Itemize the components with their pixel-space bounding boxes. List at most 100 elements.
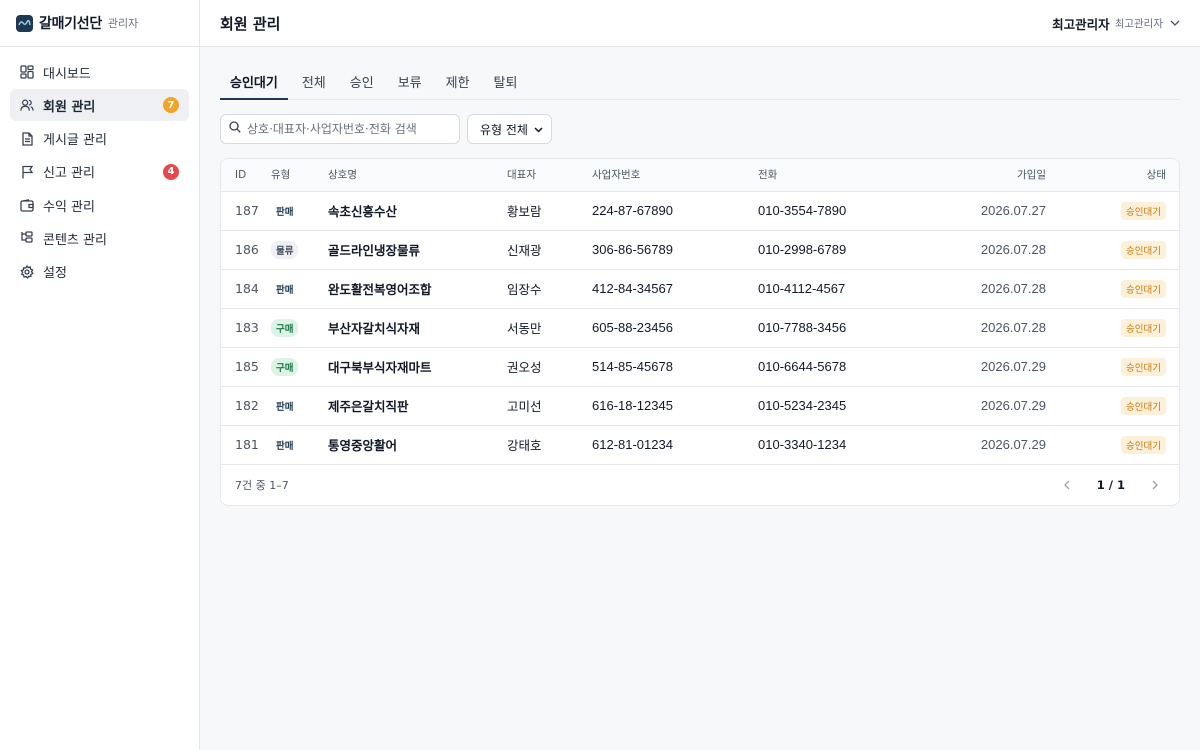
table-row[interactable]: 186 물류 골드라인냉장물류 신재광 306-86-56789 010-299… [221,230,1179,270]
sidebar-item-label: 신고 관리 [43,166,95,182]
cell-business-number: 616-18-12345 [592,386,758,426]
cell-joined: 2026.07.29 [928,425,1046,465]
page-title: 회원 관리 [220,14,281,33]
cell-joined: 2026.07.28 [928,308,1046,348]
brand-name: 갈매기선단 [39,16,102,32]
cell-id: 183 [221,308,271,348]
content: 승인대기 전체 승인 보류 제한 탈퇴 유형 전체 [200,47,1200,506]
sidebar-item-reports[interactable]: 신고 관리 4 [10,156,189,188]
pagination: 1 / 1 [1057,475,1165,495]
sidebar-item-content[interactable]: 콘텐츠 관리 [10,222,189,254]
tab-restricted[interactable]: 제한 [436,71,480,100]
type-badge: 구매 [271,357,299,376]
cell-joined: 2026.07.28 [928,269,1046,309]
status-badge: 승인대기 [1121,357,1166,376]
chevron-right-icon [1152,480,1158,489]
type-badge: 물류 [271,240,299,259]
wallet-icon [20,198,34,212]
sidebar-item-label: 콘텐츠 관리 [43,232,107,248]
tab-withdrawn[interactable]: 탈퇴 [484,71,528,100]
gear-icon [20,264,34,279]
prev-page-button[interactable] [1057,475,1077,495]
table-row[interactable]: 183 구매 부산자갈치식자재 서동만 605-88-23456 010-778… [221,308,1179,348]
search-input[interactable] [247,122,447,136]
status-badge: 승인대기 [1121,396,1166,415]
user-name: 최고관리자 [1052,16,1110,32]
tab-approved[interactable]: 승인 [340,71,384,100]
status-badge: 승인대기 [1121,279,1166,298]
cell-business-number: 306-86-56789 [592,230,758,270]
filter-bar: 유형 전체 [220,114,1180,144]
cell-ceo: 신재광 [507,230,592,270]
cell-business-number: 224-87-67890 [592,191,758,231]
col-phone[interactable]: 전화 [758,159,928,192]
cell-phone: 010-3340-1234 [758,425,928,465]
cell-business-number: 412-84-34567 [592,269,758,309]
cell-ceo: 강태호 [507,425,592,465]
sidebar-item-label: 대시보드 [43,66,91,82]
chevron-left-icon [1063,480,1070,489]
cell-joined: 2026.07.29 [928,347,1046,387]
tab-hold[interactable]: 보류 [388,71,432,100]
cell-id: 185 [221,347,271,387]
sidebar-item-members[interactable]: 회원 관리 7 [10,89,189,122]
app-root: 갈매기선단 관리자 대시보드 회원 관리 7 게시글 관리 신고 관리 4 수익… [0,0,1200,750]
cell-ceo: 고미선 [507,386,592,426]
content-icon [20,231,34,245]
next-page-button[interactable] [1145,475,1165,495]
users-icon [20,98,34,112]
cell-phone: 010-7788-3456 [758,308,928,348]
cell-joined: 2026.07.29 [928,386,1046,426]
sidebar-item-settings[interactable]: 설정 [10,256,189,288]
table-row[interactable]: 182 판매 제주은갈치직판 고미선 616-18-12345 010-5234… [221,386,1179,426]
col-business-number[interactable]: 사업자번호 [592,159,758,192]
table-row[interactable]: 184 판매 완도활전복영어조합 임장수 412-84-34567 010-41… [221,269,1179,309]
table-row[interactable]: 187 판매 속초신흥수산 황보람 224-87-67890 010-3554-… [221,191,1179,231]
table-row[interactable]: 185 구매 대구북부식자재마트 권오성 514-85-45678 010-66… [221,347,1179,387]
col-type[interactable]: 유형 [271,159,328,192]
reports-count-badge: 4 [163,163,179,180]
sidebar-item-label: 수익 관리 [43,199,95,215]
col-ceo[interactable]: 대표자 [507,159,592,192]
cell-business-number: 514-85-45678 [592,347,758,387]
cell-phone: 010-6644-5678 [758,347,928,387]
status-badge: 승인대기 [1121,240,1166,259]
wave-logo-icon [16,14,33,32]
search-icon [229,121,241,137]
cell-id: 187 [221,191,271,231]
members-table: ID 유형 상호명 대표자 사업자번호 전화 가입일 상태 187 판매 속초신… [221,159,1179,465]
status-badge: 승인대기 [1121,318,1166,337]
cell-phone: 010-5234-2345 [758,386,928,426]
sidebar-item-label: 회원 관리 [43,99,96,115]
search-box [220,114,460,144]
page-indicator: 1 / 1 [1096,477,1125,492]
cell-name: 통영중앙활어 [328,425,507,465]
sidebar-item-posts[interactable]: 게시글 관리 [10,123,189,155]
table-header-row: ID 유형 상호명 대표자 사업자번호 전화 가입일 상태 [221,159,1179,192]
sidebar-item-revenue[interactable]: 수익 관리 [10,189,189,221]
col-joined[interactable]: 가입일 [928,159,1046,192]
col-id[interactable]: ID [221,159,271,192]
table-footer: 7건 중 1–7 1 / 1 [221,465,1179,505]
cell-name: 대구북부식자재마트 [328,347,507,387]
type-badge: 구매 [271,318,299,337]
chevron-down-icon [534,122,543,136]
brand-subtitle: 관리자 [107,17,139,30]
type-filter-select[interactable]: 유형 전체 [467,114,552,144]
document-icon [20,131,34,146]
type-badge: 판매 [276,440,294,452]
tab-all[interactable]: 전체 [292,71,336,100]
tab-pending[interactable]: 승인대기 [220,71,288,100]
status-badge: 승인대기 [1121,201,1166,220]
result-count: 7건 중 1–7 [235,478,289,492]
table-row[interactable]: 181 판매 통영중앙활어 강태호 612-81-01234 010-3340-… [221,425,1179,465]
sidebar-item-dashboard[interactable]: 대시보드 [10,56,189,88]
cell-name: 제주은갈치직판 [328,386,507,426]
topbar: 회원 관리 최고관리자 최고관리자 [200,0,1200,47]
status-badge: 승인대기 [1121,435,1166,454]
col-name[interactable]: 상호명 [328,159,507,192]
chevron-down-icon [1170,20,1180,26]
col-status[interactable]: 상태 [1046,159,1179,192]
brand[interactable]: 갈매기선단 관리자 [0,0,199,47]
user-menu[interactable]: 최고관리자 최고관리자 [1052,14,1180,33]
